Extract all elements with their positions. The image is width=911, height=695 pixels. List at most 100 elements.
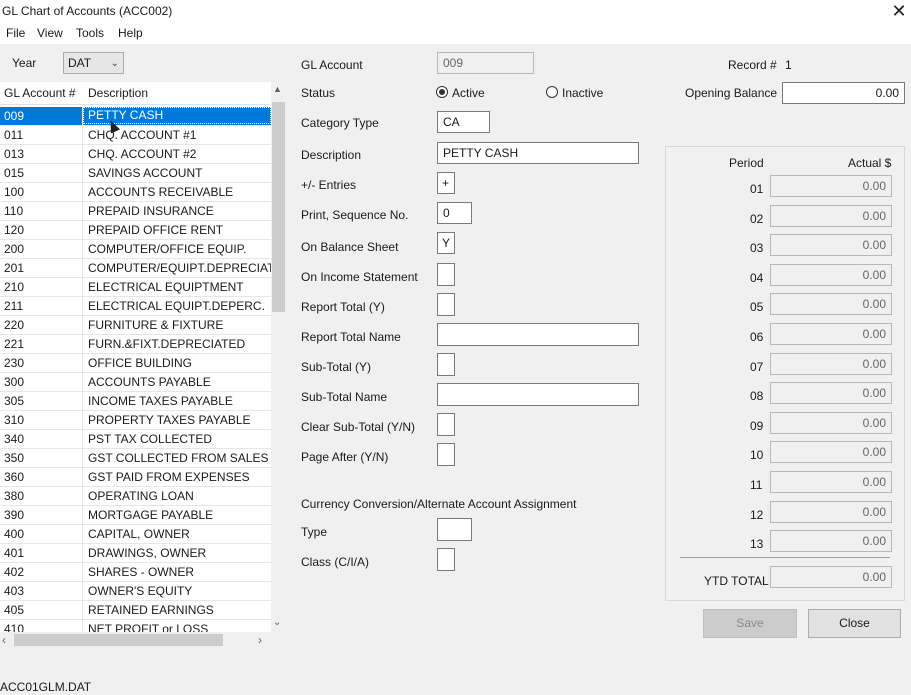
table-row[interactable]: 110 PREPAID INSURANCE [0,202,271,221]
sub-total-name-field[interactable] [437,383,639,406]
period-actual-field: 0.00 [770,382,892,404]
account-description: FURN.&FIXT.DEPRECIATED [88,337,246,351]
column-header-description[interactable]: Description [88,86,148,100]
account-description: INCOME TAXES PAYABLE [88,394,233,408]
report-total-label: Report Total (Y) [301,300,385,314]
table-row[interactable]: 200 COMPUTER/OFFICE EQUIP. [0,240,271,259]
income-statement-field[interactable] [437,263,455,286]
account-code: 400 [4,527,25,541]
table-row[interactable]: 220 FURNITURE & FIXTURE [0,316,271,335]
cell-divider [82,335,83,354]
table-row[interactable]: 211 ELECTRICAL EQUIPT.DEPERC. [0,297,271,316]
type-label: Type [301,525,328,539]
class-field[interactable] [437,548,455,571]
status-inactive-radio[interactable] [546,86,558,98]
scroll-down-icon[interactable]: ⌄ [273,617,281,628]
table-row[interactable]: 009 PETTY CASH [0,107,271,126]
account-code: 211 [4,299,24,313]
horizontal-scroll-thumb[interactable] [14,634,223,646]
save-button[interactable]: Save [703,609,797,638]
record-label: Record # [728,58,777,72]
table-row[interactable]: 013 CHQ. ACCOUNT #2 [0,145,271,164]
table-row[interactable]: 300 ACCOUNTS PAYABLE [0,373,271,392]
description-field[interactable]: PETTY CASH [437,142,639,164]
table-row[interactable]: 380 OPERATING LOAN [0,487,271,506]
table-row[interactable]: 305 INCOME TAXES PAYABLE [0,392,271,411]
status-active-radio[interactable] [436,86,448,98]
period-number: 13 [750,537,764,551]
table-row[interactable]: 400 CAPITAL, OWNER [0,525,271,544]
menu-view[interactable]: View [37,26,63,40]
balance-sheet-field[interactable]: Y [437,232,455,254]
account-description: PROPERTY TAXES PAYABLE [88,413,251,427]
status-inactive-label[interactable]: Inactive [562,86,603,100]
account-code: 013 [4,147,25,161]
table-row[interactable]: 402 SHARES - OWNER [0,563,271,582]
account-code: 230 [4,356,25,370]
account-description: PST TAX COLLECTED [88,432,213,446]
table-row[interactable]: 360 GST PAID FROM EXPENSES [0,468,271,487]
period-actual-field: 0.00 [770,323,892,345]
account-code: 310 [4,413,25,427]
print-seq-field[interactable]: 0 [437,202,472,224]
cell-divider [82,525,83,544]
sub-total-field[interactable] [437,353,455,376]
table-row[interactable]: 015 SAVINGS ACCOUNT [0,164,271,183]
period-actual-field: 0.00 [770,353,892,375]
table-row[interactable]: 405 RETAINED EARNINGS [0,601,271,620]
class-label: Class (C/I/A) [301,555,370,569]
cell-divider [82,221,83,240]
record-number: 1 [785,58,792,72]
account-code: 401 [4,546,25,560]
accounts-grid[interactable]: GL Account # Description 009 PETTY CASH 01… [0,82,271,632]
period-number: 07 [750,360,764,374]
account-description: FURNITURE & FIXTURE [88,318,224,332]
account-code: 380 [4,489,25,503]
menu-tools[interactable]: Tools [76,26,104,40]
category-type-field[interactable]: CA [437,111,490,133]
close-button[interactable]: Close [808,609,901,638]
table-row[interactable]: 100 ACCOUNTS RECEIVABLE [0,183,271,202]
table-row[interactable]: 310 PROPERTY TAXES PAYABLE [0,411,271,430]
scroll-right-icon[interactable]: › [258,633,262,647]
type-field[interactable] [437,518,472,541]
table-row[interactable]: 210 ELECTRICAL EQUIPTMENT [0,278,271,297]
page-after-field[interactable] [437,443,455,466]
clear-sub-total-field[interactable] [437,413,455,436]
report-total-field[interactable] [437,293,455,316]
status-active-label[interactable]: Active [452,86,485,100]
report-total-name-field[interactable] [437,323,639,346]
menu-file[interactable]: File [6,26,25,40]
table-row[interactable]: 011 CHQ. ACCOUNT #1 [0,126,271,145]
table-row[interactable]: 230 OFFICE BUILDING [0,354,271,373]
cell-divider [82,373,83,392]
account-code: 221 [4,337,25,351]
scroll-left-icon[interactable]: ‹ [2,633,6,647]
account-description: ACCOUNTS PAYABLE [88,375,211,389]
vertical-scroll-thumb[interactable] [272,102,285,312]
table-row[interactable]: 403 OWNER'S EQUITY [0,582,271,601]
year-select[interactable]: DAT ⌄ [63,52,124,74]
menu-help[interactable]: Help [118,26,143,40]
account-code: 120 [4,223,25,237]
account-description: PREPAID OFFICE RENT [88,223,224,237]
table-row[interactable]: 201 COMPUTER/EQUIPT.DEPRECIAT [0,259,271,278]
account-description: ELECTRICAL EQUIPT.DEPERC. [88,299,265,313]
actual-header: Actual $ [848,156,892,170]
period-actual-field: 0.00 [770,530,892,552]
table-row[interactable]: 120 PREPAID OFFICE RENT [0,221,271,240]
table-row[interactable]: 221 FURN.&FIXT.DEPRECIATED [0,335,271,354]
column-header-account[interactable]: GL Account # [4,86,76,100]
table-row[interactable]: 390 MORTGAGE PAYABLE [0,506,271,525]
entries-field[interactable]: + [437,172,455,194]
close-icon[interactable]: ✕ [888,1,910,23]
account-description: NET PROFIT or LOSS [88,622,209,632]
cell-divider [82,297,83,316]
table-row[interactable]: 350 GST COLLECTED FROM SALES [0,449,271,468]
opening-balance-field[interactable]: 0.00 [782,82,905,104]
window-title: GL Chart of Accounts (ACC002) [2,4,173,18]
table-row[interactable]: 340 PST TAX COLLECTED [0,430,271,449]
table-row[interactable]: 401 DRAWINGS, OWNER [0,544,271,563]
table-row[interactable]: 410 NET PROFIT or LOSS [0,620,271,632]
scroll-up-icon[interactable]: ▲ [273,84,282,94]
